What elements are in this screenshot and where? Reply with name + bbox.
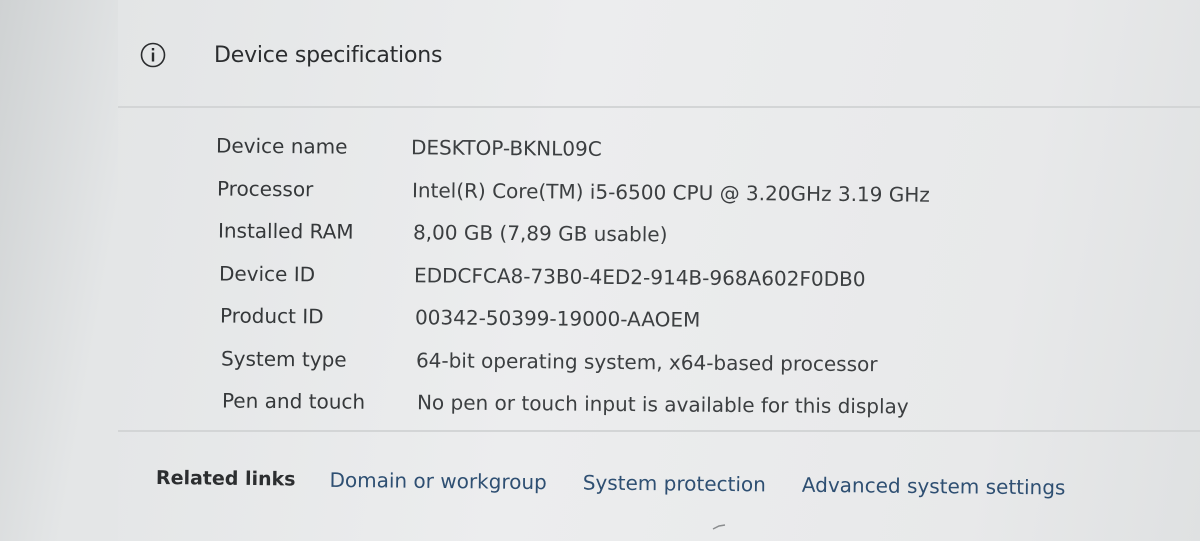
related-links-title: Related links <box>155 467 296 491</box>
device-specifications-header[interactable]: Device specifications <box>140 30 442 80</box>
spec-row-pen-and-touch: Pen and touch No pen or touch input is a… <box>222 380 1022 429</box>
spec-label: Installed RAM <box>217 218 354 244</box>
spec-label: System type <box>220 346 347 372</box>
spec-value-system-type: 64-bit operating system, x64-based proce… <box>415 348 878 377</box>
spec-value-device-id: EDDCFCA8-73B0-4ED2-914B-968A602F0DB0 <box>413 263 866 292</box>
spec-label: Device name <box>215 133 348 159</box>
spec-value-processor: Intel(R) Core(TM) i5-6500 CPU @ 3.20GHz … <box>411 178 930 207</box>
page-title: Device specifications <box>214 42 443 68</box>
info-icon <box>140 42 166 68</box>
spec-value-installed-ram: 8,00 GB (7,89 GB usable) <box>412 220 668 247</box>
advanced-system-settings-link[interactable]: Advanced system settings <box>802 473 1066 500</box>
spec-row-installed-ram: Installed RAM 8,00 GB (7,89 GB usable) <box>218 210 1018 259</box>
spec-label: Pen and touch <box>221 388 366 414</box>
spec-label: Processor <box>216 176 314 202</box>
spec-row-product-id: Product ID 00342-50399-19000-AAOEM <box>220 295 1020 344</box>
spec-row-device-name: Device name DESKTOP-BKNL09C <box>216 125 1016 174</box>
mouse-cursor-icon <box>712 524 726 530</box>
spec-value-product-id: 00342-50399-19000-AAOEM <box>414 305 701 332</box>
spec-row-system-type: System type 64-bit operating system, x64… <box>221 338 1021 387</box>
spec-row-processor: Processor Intel(R) Core(TM) i5-6500 CPU … <box>217 168 1017 217</box>
spec-label: Device ID <box>218 261 316 287</box>
spec-value-device-name: DESKTOP-BKNL09C <box>410 135 602 161</box>
related-divider <box>118 430 1200 432</box>
spec-value-pen-and-touch: No pen or touch input is available for t… <box>416 390 909 419</box>
specs-list: Device name DESKTOP-BKNL09C Processor In… <box>216 128 1016 422</box>
domain-or-workgroup-link[interactable]: Domain or workgroup <box>329 468 547 494</box>
spec-label: Product ID <box>219 303 324 329</box>
system-protection-link[interactable]: System protection <box>583 470 766 496</box>
spec-row-device-id: Device ID EDDCFCA8-73B0-4ED2-914B-968A60… <box>219 253 1019 302</box>
header-divider <box>118 106 1200 108</box>
